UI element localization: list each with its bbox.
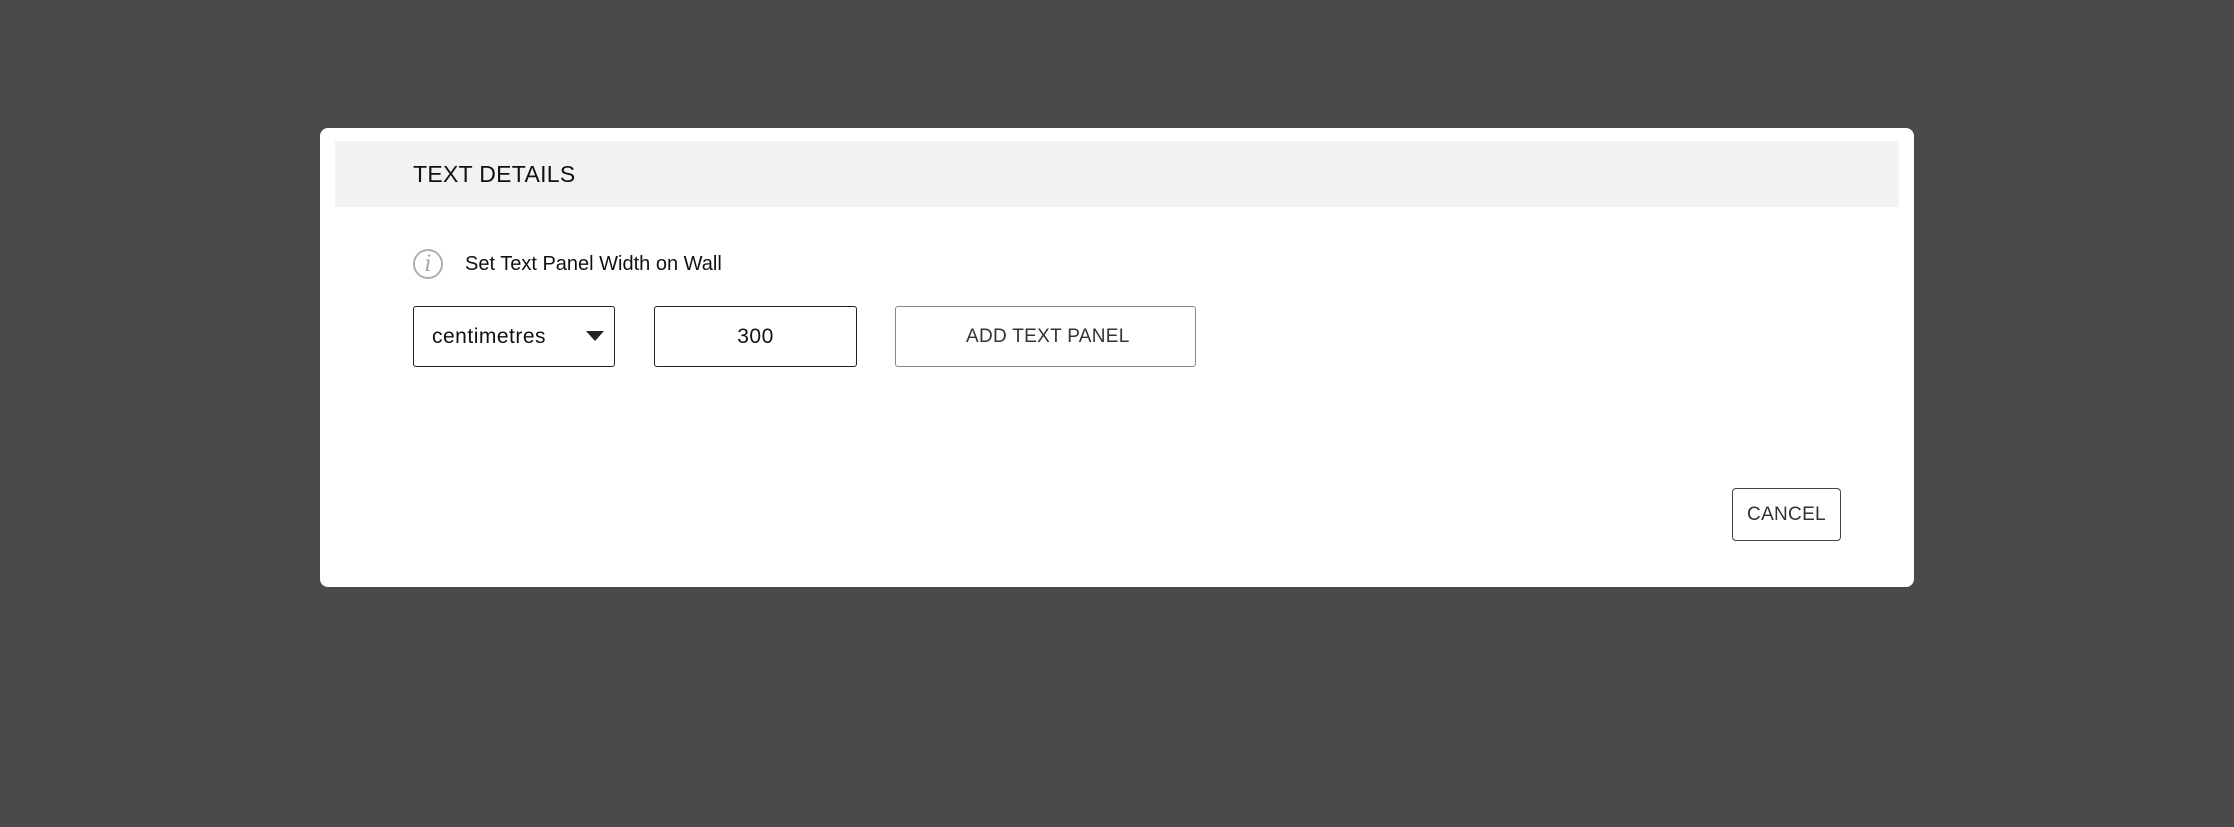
unit-select[interactable]: centimetres [413, 306, 615, 367]
text-details-dialog: TEXT DETAILS i Set Text Panel Width on W… [320, 128, 1914, 587]
info-row: i Set Text Panel Width on Wall [413, 246, 722, 282]
dialog-header: TEXT DETAILS [335, 141, 1899, 207]
cancel-button[interactable]: CANCEL [1732, 488, 1841, 541]
unit-select-value: centimetres [432, 324, 547, 348]
hand-pointer-click-icon [810, 190, 900, 300]
dialog-title: TEXT DETAILS [413, 161, 576, 187]
caret-down-icon [586, 331, 604, 341]
info-icon[interactable]: i [413, 249, 443, 279]
panel-width-input[interactable] [654, 306, 857, 367]
add-text-panel-button[interactable]: ADD TEXT PANEL [895, 306, 1196, 367]
info-label: Set Text Panel Width on Wall [465, 252, 722, 275]
